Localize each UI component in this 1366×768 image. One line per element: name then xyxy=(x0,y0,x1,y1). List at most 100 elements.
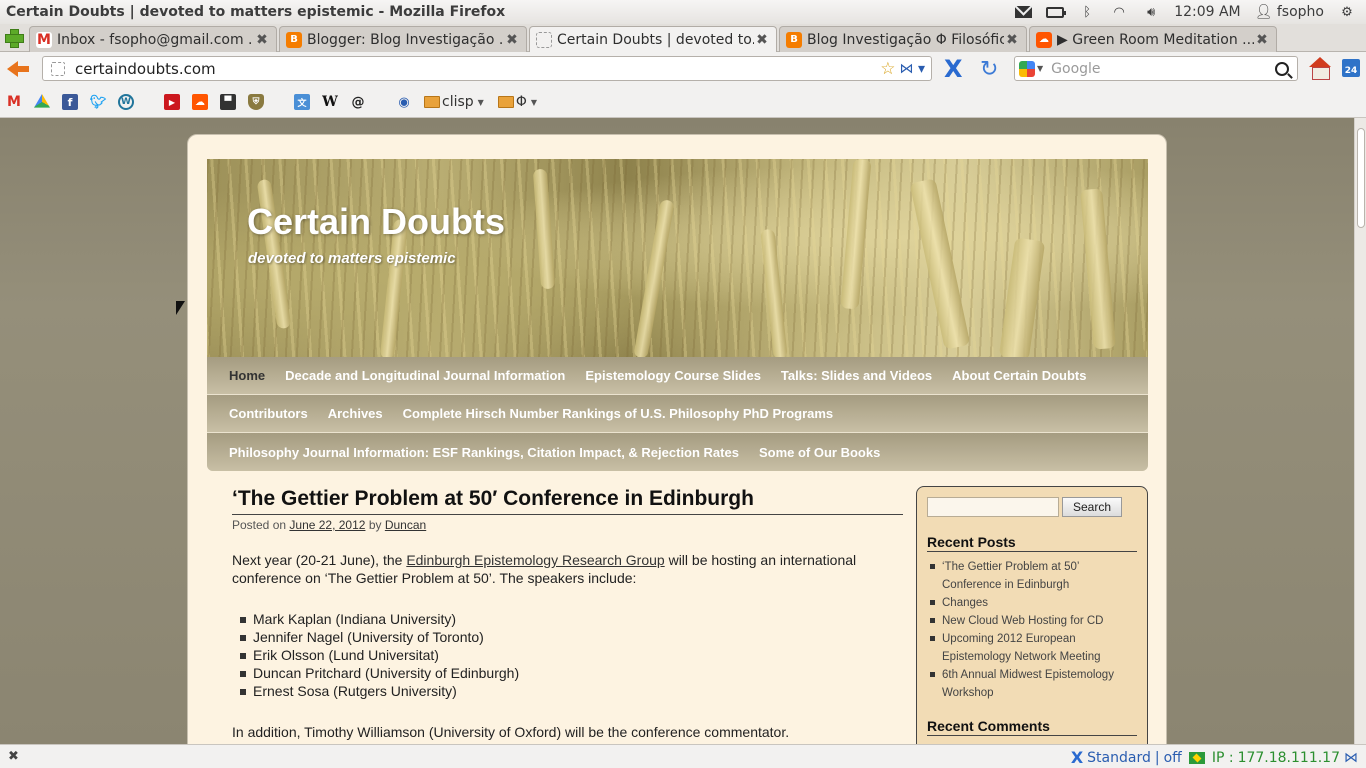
url-dropdown-icon[interactable]: ⋈ ▾ xyxy=(900,61,925,77)
list-item: Mark Kaplan (Indiana University) xyxy=(240,610,903,628)
recent-post-link[interactable]: Upcoming 2012 European Epistemology Netw… xyxy=(930,630,1137,666)
blank-page-icon xyxy=(536,31,552,48)
vertical-scrollbar[interactable] xyxy=(1354,118,1366,744)
search-icon[interactable] xyxy=(1275,61,1289,76)
menu-item-journal-information[interactable]: Decade and Longitudinal Journal Informat… xyxy=(285,368,565,383)
close-addon-bar-icon[interactable]: ✖ xyxy=(8,749,19,764)
mail-indicator-icon[interactable] xyxy=(1014,5,1032,19)
ip-address: 177.18.111.17 xyxy=(1237,749,1340,766)
recent-post-link[interactable]: New Cloud Web Hosting for CD xyxy=(930,612,1137,630)
car-bookmark-icon[interactable]: ▀ xyxy=(220,94,236,110)
ip-label: IP : xyxy=(1211,749,1234,766)
research-group-link[interactable]: Edinburgh Epistemology Research Group xyxy=(406,552,664,568)
by-label: by xyxy=(368,518,382,532)
bookmark-folder-phi[interactable]: Φ ▼ xyxy=(497,94,537,110)
site-title[interactable]: Certain Doubts xyxy=(247,201,505,243)
sidebar-search-input[interactable] xyxy=(927,497,1059,517)
wordpress-bookmark-icon[interactable]: W xyxy=(118,94,134,110)
intro-text: Next year (20-21 June), the xyxy=(232,552,407,568)
wheat-stalk xyxy=(532,168,556,290)
proxy-mode[interactable]: Standard xyxy=(1087,750,1151,766)
wifi-icon[interactable]: ◠ xyxy=(1110,5,1128,20)
new-tab-plus-icon[interactable] xyxy=(5,29,24,48)
wheat-stalk xyxy=(1080,188,1116,350)
shield-bookmark-icon[interactable]: ⛨ xyxy=(248,94,264,110)
search-input[interactable]: Google xyxy=(1051,61,1275,77)
wikipedia-bookmark-icon[interactable]: W xyxy=(322,94,338,110)
bluetooth-icon[interactable]: ᛒ xyxy=(1078,5,1096,20)
google-engine-icon[interactable] xyxy=(1019,60,1035,77)
drive-bookmark-icon[interactable] xyxy=(34,94,50,108)
post-author-link[interactable]: Duncan xyxy=(385,518,426,532)
menu-item-about[interactable]: About Certain Doubts xyxy=(952,368,1086,383)
user-name: fsopho xyxy=(1276,4,1324,20)
home-icon[interactable] xyxy=(1309,57,1331,80)
bookmark-folder-clisp[interactable]: clisp ▼ xyxy=(424,94,484,110)
folder-label: Φ xyxy=(515,94,527,110)
menu-item-archives[interactable]: Archives xyxy=(328,406,383,421)
back-arrow-icon[interactable] xyxy=(6,59,30,79)
brazil-flag-icon xyxy=(1188,751,1205,764)
close-tab-icon[interactable]: ✖ xyxy=(754,32,770,48)
close-tab-icon[interactable]: ✖ xyxy=(504,32,520,48)
battery-icon[interactable] xyxy=(1046,5,1067,19)
gmail-bookmark-icon[interactable]: M xyxy=(6,94,22,110)
clock[interactable]: 12:09 AM xyxy=(1174,4,1240,20)
gmail-icon: M xyxy=(36,31,52,48)
tab-certain-doubts[interactable]: Certain Doubts | devoted to... ✖ xyxy=(529,26,777,52)
close-tab-icon[interactable]: ✖ xyxy=(1004,32,1020,48)
volume-icon[interactable]: 🔊︎ xyxy=(1142,5,1160,20)
menu-item-hirsch-rankings[interactable]: Complete Hirsch Number Rankings of U.S. … xyxy=(403,406,834,421)
twitter-bookmark-icon[interactable]: 🐦︎ xyxy=(90,94,107,110)
post-article: ‘The Gettier Problem at 50′ Conference i… xyxy=(232,485,903,741)
calendar-icon[interactable]: 24 xyxy=(1342,59,1360,77)
url-bar[interactable]: certaindoubts.com ☆ ⋈ ▾ xyxy=(42,56,932,81)
tab-gmail[interactable]: M Inbox - fsopho@gmail.com ... ✖ xyxy=(29,26,277,52)
user-menu[interactable]: 👤︎ fsopho xyxy=(1255,4,1324,20)
facebook-bookmark-icon[interactable]: f xyxy=(62,94,78,110)
youtube-bookmark-icon[interactable]: ▶ xyxy=(164,94,180,110)
xmarks-icon[interactable]: X xyxy=(944,55,963,83)
blogger-icon: B xyxy=(286,31,302,48)
engine-dropdown-icon[interactable]: ▼ xyxy=(1037,64,1043,73)
tab-blogger[interactable]: B Blogger: Blog Investigação ... ✖ xyxy=(279,26,527,52)
post-meta: Posted on June 22, 2012 by Duncan xyxy=(232,518,903,532)
proxy-state[interactable]: off xyxy=(1164,750,1182,766)
search-bar[interactable]: ▼ Google xyxy=(1014,56,1298,81)
tab-green-room[interactable]: ☁ ▶ Green Room Meditation ... ✖ xyxy=(1029,26,1277,52)
tab-label: Blog Investigação Φ Filosófica xyxy=(807,31,1004,48)
close-tab-icon[interactable]: ✖ xyxy=(254,32,270,48)
resize-arrows-icon[interactable]: ⋈ xyxy=(1344,750,1358,766)
system-gear-icon[interactable]: ⚙ xyxy=(1338,5,1356,20)
scrollbar-thumb[interactable] xyxy=(1357,128,1365,228)
recent-post-link[interactable]: 6th Annual Midwest Epistemology Workshop xyxy=(930,666,1137,702)
recent-post-link[interactable]: Changes xyxy=(930,594,1137,612)
menu-item-talks[interactable]: Talks: Slides and Videos xyxy=(781,368,932,383)
eye-bookmark-icon[interactable]: ◉ xyxy=(396,94,412,110)
bookmark-star-icon[interactable]: ☆ xyxy=(880,59,895,79)
menu-item-contributors[interactable]: Contributors xyxy=(229,406,308,421)
window-titlebar: Certain Doubts | devoted to matters epis… xyxy=(0,0,1366,24)
menu-item-home[interactable]: Home xyxy=(229,368,265,383)
translate-bookmark-icon[interactable]: 文 xyxy=(294,94,310,110)
soundcloud-icon: ☁ xyxy=(1036,31,1052,48)
menu-item-our-books[interactable]: Some of Our Books xyxy=(759,445,880,460)
close-tab-icon[interactable]: ✖ xyxy=(1254,32,1270,48)
post-date-link[interactable]: June 22, 2012 xyxy=(289,518,365,532)
url-text[interactable]: certaindoubts.com xyxy=(75,60,880,78)
tab-blog-investigacao[interactable]: B Blog Investigação Φ Filosófica ✖ xyxy=(779,26,1027,52)
header-banner-image[interactable]: Certain Doubts devoted to matters episte… xyxy=(207,159,1148,357)
recent-post-link[interactable]: ‘The Gettier Problem at 50’ Conference i… xyxy=(930,558,1137,594)
soundcloud-bookmark-icon[interactable]: ☁ xyxy=(192,94,208,110)
proxy-status[interactable]: X Standard | off IP : 177.18.111.17 ⋈ xyxy=(1071,748,1358,767)
reload-icon[interactable]: ↻ xyxy=(980,57,998,82)
at-sign-bookmark-icon[interactable]: @ xyxy=(350,94,366,110)
post-title[interactable]: ‘The Gettier Problem at 50′ Conference i… xyxy=(232,485,903,515)
search-button[interactable]: Search xyxy=(1062,497,1123,517)
tab-label: Certain Doubts | devoted to... xyxy=(557,31,754,48)
xmarks-status-icon[interactable]: X xyxy=(1071,748,1083,767)
page-viewport[interactable]: Certain Doubts devoted to matters episte… xyxy=(0,118,1354,744)
menu-item-esf-rankings[interactable]: Philosophy Journal Information: ESF Rank… xyxy=(229,445,739,460)
menu-item-course-slides[interactable]: Epistemology Course Slides xyxy=(585,368,761,383)
site-identity-icon[interactable] xyxy=(51,61,65,76)
